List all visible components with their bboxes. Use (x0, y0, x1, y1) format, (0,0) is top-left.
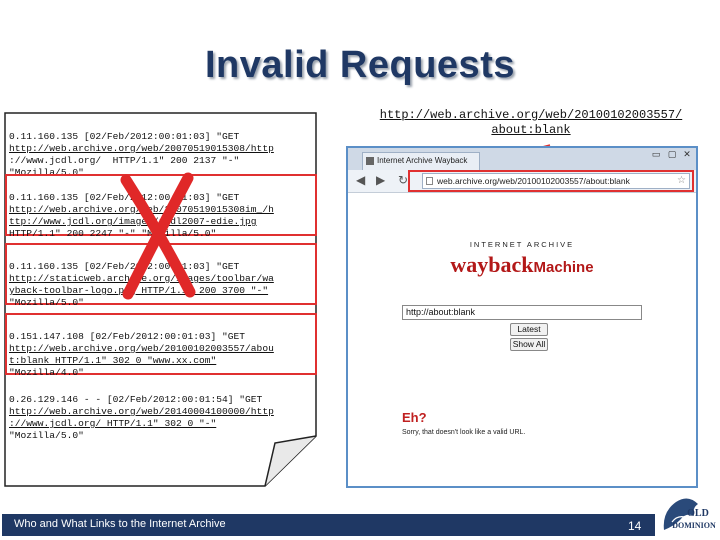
university-logo: OLD DOMINION (663, 498, 716, 530)
log-entry-4-line-2[interactable]: http://web.archive.org/web/2010010200355… (9, 343, 274, 354)
minimize-icon[interactable]: ▭ (650, 150, 662, 160)
log-entry-5-line-2[interactable]: http://web.archive.org/web/2014000410000… (9, 406, 274, 417)
maximize-icon[interactable]: ▢ (666, 150, 678, 160)
log-entry-1-line-1: 0.11.160.135 [02/Feb/2012:00:01:03] "GET (9, 131, 240, 142)
log-entry-3-line-4: "Mozilla/5.0" (9, 297, 84, 308)
latest-button[interactable]: Latest (510, 323, 548, 336)
url-caption-line-1[interactable]: http://web.archive.org/web/2010010200355… (380, 108, 682, 122)
forward-arrow-icon[interactable]: ▶ (376, 173, 385, 187)
wayback-machine-logo: waybackMachine (348, 252, 696, 278)
log-entry-5-line-3[interactable]: ://www.jcdl.org/ HTTP/1.1" 302 0 "-" (9, 418, 216, 429)
browser-tab[interactable]: Internet Archive Wayback (362, 152, 480, 170)
error-heading: Eh? (402, 410, 427, 425)
browser-tab-bar: Internet Archive Wayback ▭ ▢ ✕ (348, 148, 696, 170)
slide-title: Invalid Requests (205, 44, 515, 86)
logo-text-1: OLD (687, 508, 709, 519)
browser-screenshot: Internet Archive Wayback ▭ ▢ ✕ ◀ ▶ ↻ web… (346, 146, 698, 488)
log-entry-4-line-1: 0.151.147.108 [02/Feb/2012:00:01:03] "GE… (9, 331, 246, 342)
footer-text: Who and What Links to the Internet Archi… (14, 518, 226, 530)
browser-tab-title: Internet Archive Wayback (377, 156, 468, 165)
reload-icon[interactable]: ↻ (398, 173, 408, 187)
log-entry-4-line-3[interactable]: t:blank HTTP/1.1" 302 0 "www.xx.com" (9, 355, 216, 366)
show-all-button[interactable]: Show All (510, 338, 548, 351)
footer-bar: Who and What Links to the Internet Archi… (2, 514, 655, 536)
log-entry-1-line-3: ://www.jcdl.org/ HTTP/1.1" 200 2137 "-" (9, 155, 240, 166)
back-arrow-icon[interactable]: ◀ (356, 173, 365, 187)
logo-text-2: DOMINION (672, 521, 716, 530)
page-number: 14 (628, 519, 642, 533)
wayback-word: wayback (450, 252, 534, 277)
page-favicon-icon (366, 157, 374, 165)
cross-out-x-mark (120, 172, 196, 300)
machine-word: Machine (533, 259, 594, 276)
log-entry-5: 0.26.129.146 - - [02/Feb/2012:00:01:54] … (9, 382, 274, 442)
url-caption-line-2[interactable]: about:blank (491, 123, 570, 137)
log-entry-4-line-4: "Mozilla/4.0" (9, 367, 84, 378)
url-caption: http://web.archive.org/web/2010010200355… (342, 108, 720, 138)
wayback-url-input[interactable]: http://about:blank (402, 305, 642, 320)
log-entry-1-line-2[interactable]: http://web.archive.org/web/2007051901530… (9, 143, 274, 154)
log-entry-5-line-1: 0.26.129.146 - - [02/Feb/2012:00:01:54] … (9, 394, 263, 405)
address-highlight (408, 170, 694, 192)
close-icon[interactable]: ✕ (681, 150, 693, 160)
internet-archive-heading: INTERNET ARCHIVE (469, 240, 575, 249)
error-message: Sorry, that doesn't look like a valid UR… (402, 429, 526, 436)
log-entry-4: 0.151.147.108 [02/Feb/2012:00:01:03] "GE… (9, 319, 274, 379)
log-entry-5-line-4: "Mozilla/5.0" (9, 430, 84, 441)
